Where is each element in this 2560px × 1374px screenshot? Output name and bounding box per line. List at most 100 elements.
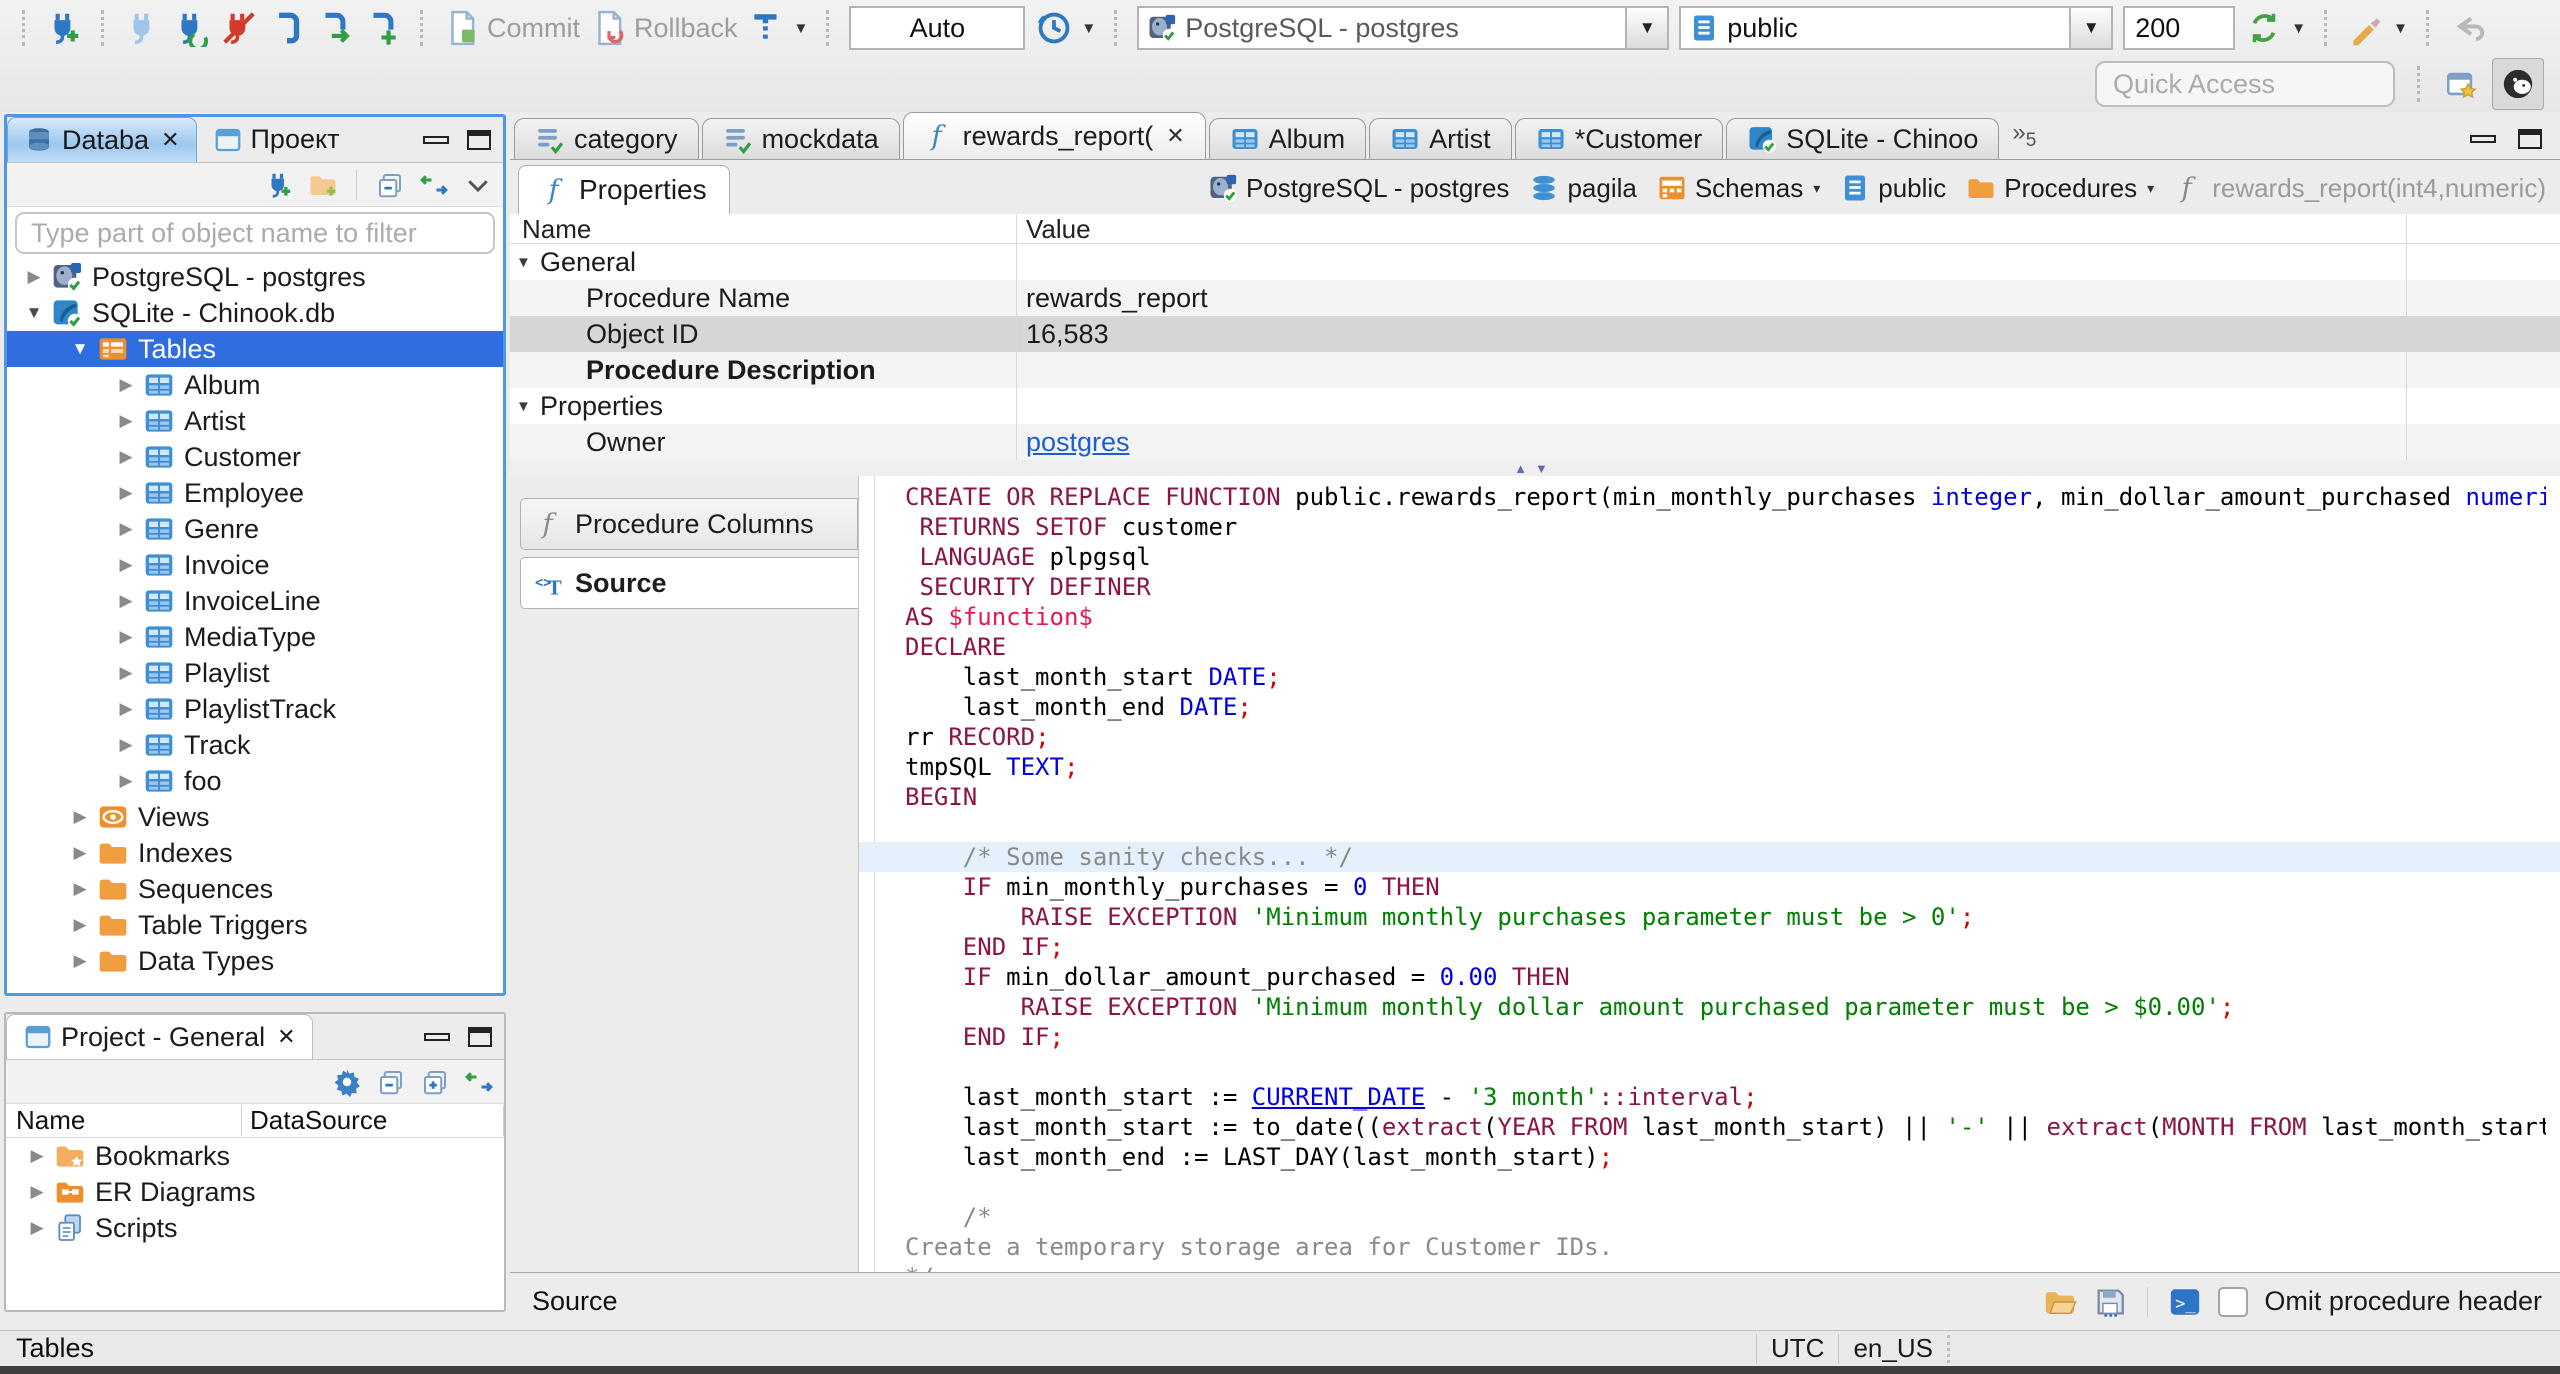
open-file-icon[interactable] — [2043, 1285, 2078, 1319]
connection-combo-arrow[interactable]: ▼ — [1625, 8, 1668, 48]
tree-item-table-triggers[interactable]: ▶ Table Triggers — [7, 907, 503, 943]
grid-column-value[interactable]: Value — [1016, 214, 1091, 244]
collapse-all-icon[interactable] — [376, 1067, 406, 1097]
project-item-er-diagrams[interactable]: ▶ ER Diagrams — [6, 1174, 504, 1210]
expander-collapsed-icon[interactable]: ▶ — [109, 447, 143, 467]
maximize-icon[interactable] — [468, 1027, 492, 1047]
column-header-datasource[interactable]: DataSource — [242, 1105, 504, 1136]
project-item-bookmarks[interactable]: ▶ Bookmarks — [6, 1138, 504, 1174]
expander-collapsed-icon[interactable]: ▶ — [63, 915, 97, 935]
quick-access-input[interactable] — [2095, 61, 2395, 107]
gear-icon[interactable] — [332, 1067, 362, 1097]
status-timezone[interactable]: UTC — [1771, 1333, 1824, 1364]
expander-collapsed-icon[interactable]: ▶ — [109, 735, 143, 755]
tree-item-album[interactable]: ▶ Album — [7, 367, 503, 403]
editor-tab-sqlite-chinoo[interactable]: SQLite - Chinoo — [1726, 118, 2000, 159]
expander-collapsed-icon[interactable]: ▶ — [20, 1182, 54, 1202]
active-schema-combo[interactable]: public ▼ — [1679, 6, 2114, 50]
expander-expanded-icon[interactable]: ▼ — [510, 254, 540, 271]
editor-tab-album[interactable]: Album — [1208, 118, 1367, 159]
grid-row-general[interactable]: ▼ General — [510, 244, 2560, 280]
tree-item-invoiceline[interactable]: ▶ InvoiceLine — [7, 583, 503, 619]
breadcrumb-item-procedures[interactable]: Procedures ▾ — [1966, 173, 2154, 204]
connect-icon[interactable] — [124, 9, 162, 47]
expander-collapsed-icon[interactable]: ▶ — [63, 807, 97, 827]
omit-header-checkbox[interactable] — [2218, 1286, 2249, 1317]
expander-expanded-icon[interactable]: ▼ — [17, 303, 51, 323]
dbeaver-perspective-button[interactable] — [2492, 58, 2544, 110]
refresh-config-button[interactable]: ▼ — [2245, 9, 2306, 47]
tree-item-playlist[interactable]: ▶ Playlist — [7, 655, 503, 691]
tab-project-explorer[interactable]: Проект — [197, 117, 356, 162]
expander-collapsed-icon[interactable]: ▶ — [63, 879, 97, 899]
grid-row-owner[interactable]: Owner postgres — [510, 424, 2560, 460]
expander-collapsed-icon[interactable]: ▶ — [109, 375, 143, 395]
rollback-button[interactable]: Rollback — [590, 9, 738, 47]
splitter-sash[interactable]: ▲▼ — [510, 460, 2560, 476]
minimize-icon[interactable] — [423, 136, 449, 144]
sql-source-editor[interactable]: CREATE OR REPLACE FUNCTION public.reward… — [858, 476, 2560, 1272]
tree-item-foo[interactable]: ▶ foo — [7, 763, 503, 799]
status-locale[interactable]: en_US — [1853, 1333, 1933, 1364]
grid-column-name[interactable]: Name — [510, 214, 1016, 244]
link-with-editor-icon[interactable] — [419, 170, 449, 200]
grid-row-procedure-name[interactable]: Procedure Name rewards_report — [510, 280, 2560, 316]
grid-row-properties[interactable]: ▼ Properties — [510, 388, 2560, 424]
disconnect-icon[interactable] — [220, 9, 258, 47]
minimize-icon[interactable] — [424, 1033, 450, 1041]
breadcrumb-item-rewards-report-int4-numeric-[interactable]: f rewards_report(int4,numeric) — [2174, 173, 2546, 204]
tab-database-navigator[interactable]: Databa ✕ — [7, 117, 197, 162]
sql-editor-new-icon[interactable] — [364, 9, 402, 47]
expand-all-icon[interactable] — [420, 1067, 450, 1097]
tree-item-customer[interactable]: ▶ Customer — [7, 439, 503, 475]
editor-tab-rewards-report-[interactable]: f rewards_report(✕ — [902, 112, 1206, 159]
active-connection-combo[interactable]: PostgreSQL - postgres ▼ — [1137, 6, 1670, 50]
expander-collapsed-icon[interactable]: ▶ — [63, 843, 97, 863]
tree-item-sqlite-chinook-db[interactable]: ▼ SQLite - Chinook.db — [7, 295, 503, 331]
expander-collapsed-icon[interactable]: ▶ — [109, 699, 143, 719]
tab-overflow-button[interactable]: »5 — [2012, 119, 2036, 152]
expander-collapsed-icon[interactable]: ▶ — [109, 663, 143, 683]
generate-sql-button[interactable]: ▼ — [2347, 9, 2408, 47]
project-item-scripts[interactable]: ▶ Scripts — [6, 1210, 504, 1246]
expander-collapsed-icon[interactable]: ▶ — [109, 627, 143, 647]
folder-new-icon[interactable] — [308, 170, 338, 200]
chevron-down-icon[interactable]: ▾ — [1813, 180, 1820, 197]
sql-editor-open-icon[interactable] — [316, 9, 354, 47]
expander-collapsed-icon[interactable]: ▶ — [20, 1218, 54, 1238]
commit-button[interactable]: Commit — [443, 9, 580, 47]
view-menu-icon[interactable] — [463, 170, 493, 200]
transaction-mode-button[interactable]: ▼ — [748, 9, 808, 47]
sql-editor-icon[interactable] — [268, 9, 306, 47]
tab-properties[interactable]: f Properties — [518, 165, 730, 214]
tab-project-general[interactable]: Project - General ✕ — [6, 1014, 313, 1059]
object-filter-input[interactable] — [15, 212, 495, 254]
back-history-icon[interactable] — [2449, 9, 2487, 47]
expander-collapsed-icon[interactable]: ▶ — [20, 1146, 54, 1166]
breadcrumb-item-pagila[interactable]: pagila — [1529, 173, 1637, 204]
expander-collapsed-icon[interactable]: ▶ — [63, 951, 97, 971]
tree-item-playlisttrack[interactable]: ▶ PlaylistTrack — [7, 691, 503, 727]
close-icon[interactable]: ✕ — [277, 1024, 295, 1050]
editor-tab-artist[interactable]: Artist — [1369, 118, 1512, 159]
tree-item-postgresql-postgres[interactable]: ▶ PostgreSQL - postgres — [7, 259, 503, 295]
editor-tab-mockdata[interactable]: mockdata — [701, 118, 900, 159]
expander-collapsed-icon[interactable]: ▶ — [109, 555, 143, 575]
close-icon[interactable]: ✕ — [1166, 123, 1184, 149]
terminal-icon[interactable]: >_ — [2168, 1285, 2202, 1319]
breadcrumb-item-public[interactable]: public — [1840, 173, 1946, 204]
transaction-log-button[interactable]: ▼ — [1035, 9, 1096, 47]
tree-item-invoice[interactable]: ▶ Invoice — [7, 547, 503, 583]
tree-item-indexes[interactable]: ▶ Indexes — [7, 835, 503, 871]
expander-collapsed-icon[interactable]: ▶ — [109, 411, 143, 431]
tree-item-sequences[interactable]: ▶ Sequences — [7, 871, 503, 907]
expander-expanded-icon[interactable]: ▼ — [63, 339, 97, 359]
column-header-name[interactable]: Name — [6, 1105, 242, 1136]
maximize-icon[interactable] — [2518, 129, 2542, 149]
tree-item-artist[interactable]: ▶ Artist — [7, 403, 503, 439]
expander-collapsed-icon[interactable]: ▶ — [109, 519, 143, 539]
schema-combo-arrow[interactable]: ▼ — [2069, 8, 2112, 48]
grid-row-object-id[interactable]: Object ID 16,583 — [510, 316, 2560, 352]
fetch-size-input[interactable] — [2123, 6, 2236, 50]
connection-new-icon[interactable] — [45, 9, 83, 47]
